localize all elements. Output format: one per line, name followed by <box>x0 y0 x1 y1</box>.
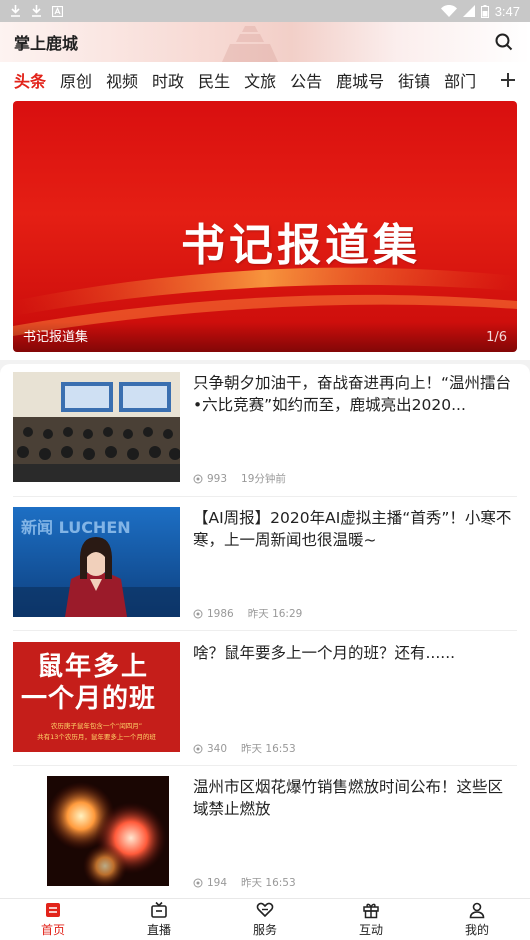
eye-icon <box>193 609 203 618</box>
plus-icon <box>501 73 515 87</box>
clock: 3:47 <box>494 3 520 19</box>
nav-services-label: 服务 <box>252 923 277 937</box>
tab-streets[interactable]: 街镇 <box>398 68 430 92</box>
news-feed: 只争朝夕加油干，奋战奋进再向上！“温州擂台•六比竞赛”如约而至，鹿城亮出2020… <box>0 364 530 898</box>
status-bar: 3:47 <box>0 0 530 22</box>
svg-text:新闻 LUCHEN: 新闻 LUCHEN <box>21 518 131 537</box>
heart-hand-icon <box>256 902 274 918</box>
nav-interaction[interactable]: 互动 <box>318 899 424 940</box>
thumbnail-subtext-2: 共有13个农历月，鼠年要多上一个月的班 <box>37 733 156 741</box>
tab-headlines[interactable]: 头条 <box>14 68 46 92</box>
home-icon <box>46 903 60 917</box>
banner-headline: 书记报道集 <box>181 220 421 271</box>
news-meta: 340 昨天 16:53 <box>193 741 296 756</box>
download-icon <box>32 5 41 17</box>
pagoda-decoration <box>222 26 278 62</box>
nav-profile-label: 我的 <box>464 923 489 937</box>
tab-original[interactable]: 原创 <box>60 68 92 92</box>
news-thumbnail: 新闻 LUCHEN <box>13 507 180 617</box>
news-meta: 1986 昨天 16:29 <box>193 606 302 621</box>
tab-lucheng-account[interactable]: 鹿城号 <box>336 68 384 92</box>
view-count: 993 <box>207 472 228 485</box>
news-thumbnail <box>13 776 180 886</box>
news-item[interactable]: 鼠年多上 一个月的班 农历庚子鼠年包含一个“闰四月” 共有13个农历月，鼠年要多… <box>0 642 530 775</box>
battery-icon <box>480 4 489 18</box>
view-count: 340 <box>207 742 228 755</box>
category-tabs: 头条 原创 视频 时政 民生 文旅 公告 鹿城号 街镇 部门 <box>0 62 530 98</box>
nav-home[interactable]: 首页 <box>0 899 106 940</box>
banner-carousel[interactable]: 书记报道集 书记报道集 1/6 <box>13 101 517 352</box>
eye-icon <box>193 878 203 887</box>
tab-announcement[interactable]: 公告 <box>290 68 322 92</box>
news-thumbnail <box>13 372 180 482</box>
bottom-navigation: 首页 直播 服务 互动 我的 <box>0 898 530 940</box>
news-item[interactable]: 只争朝夕加油干，奋战奋进再向上！“温州擂台•六比竞赛”如约而至，鹿城亮出2020… <box>0 372 530 505</box>
eye-icon <box>193 474 203 483</box>
nav-live-label: 直播 <box>146 923 171 937</box>
wifi-icon <box>440 5 457 17</box>
news-title: 温州市区烟花爆竹销售燃放时间公布！这些区域禁止燃放 <box>193 778 504 818</box>
signal-icon <box>462 5 475 17</box>
news-item[interactable]: 新闻 LUCHEN 【AI周报】2020年AI虚拟主播“首秀”！小寒不寒，上一周… <box>0 507 530 640</box>
news-title: 【AI周报】2020年AI虚拟主播“首秀”！小寒不寒，上一周新闻也很温暖~ <box>193 509 512 549</box>
download-icon <box>11 5 20 17</box>
news-item[interactable]: 温州市区烟花爆竹销售燃放时间公布！这些区域禁止燃放 194 昨天 16:53 <box>0 776 530 898</box>
nav-profile[interactable]: 我的 <box>424 899 530 940</box>
eye-icon <box>193 744 203 753</box>
add-tab-button[interactable] <box>496 68 520 92</box>
news-meta: 993 19分钟前 <box>193 471 286 486</box>
divider <box>13 630 517 631</box>
banner-page-counter: 1/6 <box>486 330 507 345</box>
tv-icon <box>151 901 167 918</box>
publish-time: 19分钟前 <box>241 473 286 485</box>
nav-services[interactable]: 服务 <box>212 899 318 940</box>
notification-icon <box>52 5 63 17</box>
banner-caption: 书记报道集 <box>23 330 89 345</box>
user-icon <box>469 902 485 919</box>
tab-video[interactable]: 视频 <box>106 68 138 92</box>
app-title: 掌上鹿城 <box>14 34 79 53</box>
tab-departments[interactable]: 部门 <box>444 68 476 92</box>
news-meta: 194 昨天 16:53 <box>193 875 296 890</box>
view-count: 194 <box>207 876 228 889</box>
banner-caption-overlay <box>13 322 517 352</box>
view-count: 1986 <box>207 607 234 620</box>
nav-live[interactable]: 直播 <box>106 899 212 940</box>
publish-time: 昨天 16:53 <box>241 877 296 889</box>
nav-home-label: 首页 <box>40 923 65 937</box>
search-icon <box>495 33 513 51</box>
news-title: 啥？鼠年要多上一个月的班？还有...... <box>193 644 456 662</box>
search-button[interactable] <box>492 30 516 54</box>
divider <box>13 765 517 766</box>
nav-interaction-label: 互动 <box>358 923 383 937</box>
tab-livelihood[interactable]: 民生 <box>198 68 230 92</box>
tab-culture-tourism[interactable]: 文旅 <box>244 68 276 92</box>
thumbnail-headline-2: 一个月的班 <box>21 684 157 714</box>
publish-time: 昨天 16:29 <box>247 608 303 620</box>
thumbnail-subtext-1: 农历庚子鼠年包含一个“闰四月” <box>50 722 143 730</box>
gift-icon <box>363 903 379 919</box>
publish-time: 昨天 16:53 <box>241 743 296 755</box>
news-title: 只争朝夕加油干，奋战奋进再向上！“温州擂台•六比竞赛”如约而至，鹿城亮出2020… <box>193 374 512 414</box>
divider <box>13 496 517 497</box>
app-header: 掌上鹿城 <box>0 22 530 62</box>
tab-politics[interactable]: 时政 <box>152 68 184 92</box>
news-thumbnail: 鼠年多上 一个月的班 农历庚子鼠年包含一个“闰四月” 共有13个农历月，鼠年要多… <box>13 642 180 752</box>
